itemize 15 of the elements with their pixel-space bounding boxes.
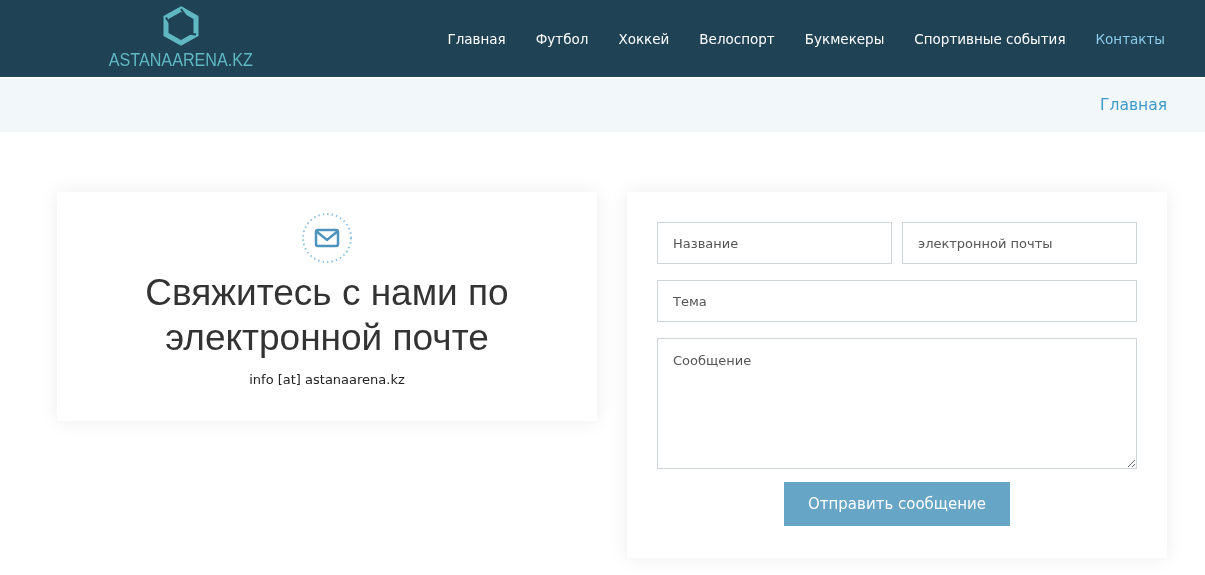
logo-text[interactable]: ASTANAARENA.KZ (108, 49, 253, 71)
message-field[interactable]: Сообщение (657, 338, 1137, 469)
nav-link[interactable]: Спортивные события (914, 30, 1066, 47)
nav-link[interactable]: Контакты (1095, 30, 1165, 47)
nav-link[interactable]: Хоккей (618, 30, 670, 47)
input-field[interactable]: Название (657, 222, 892, 264)
mail-icon (301, 212, 353, 264)
nav-link[interactable]: Главная (447, 30, 506, 47)
email-text: info [at] astanaarena.kz (249, 372, 405, 387)
contact-title: Свяжитесь с нами по электронной почте (144, 271, 510, 360)
input-field[interactable]: электронной почты (902, 222, 1137, 264)
input-field[interactable]: Тема (657, 280, 1137, 322)
nav-link[interactable]: Велоспорт (699, 30, 775, 47)
nav-link[interactable]: Футбол (535, 30, 589, 47)
nav-link[interactable]: Букмекеры (804, 30, 885, 47)
